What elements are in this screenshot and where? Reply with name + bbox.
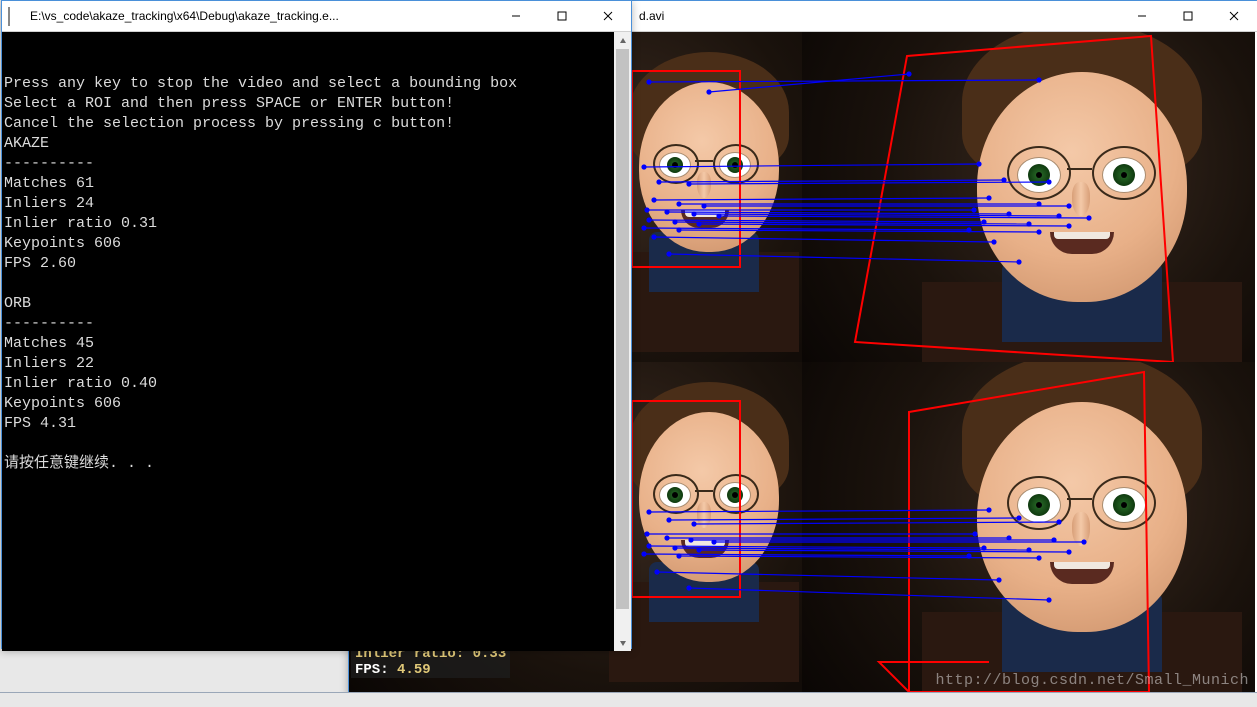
console-line: 请按任意键继续. . .: [4, 455, 154, 472]
akaze-right-frame: [802, 32, 1255, 362]
bridge: [1067, 168, 1092, 170]
close-button[interactable]: [1211, 1, 1257, 31]
console-line: Press any key to stop the video and sele…: [4, 75, 517, 92]
console-line: AKAZE: [4, 135, 49, 152]
video-window-buttons: [1119, 1, 1257, 31]
minimize-button[interactable]: [1119, 1, 1165, 31]
scroll-thumb[interactable]: [616, 49, 629, 609]
glasses-l: [1007, 146, 1071, 200]
maximize-button[interactable]: [1165, 1, 1211, 31]
console-line: Inlier ratio 0.40: [4, 375, 157, 392]
console-line: FPS 2.60: [4, 255, 76, 272]
console-titlebar[interactable]: E:\vs_code\akaze_tracking\x64\Debug\akaz…: [2, 1, 631, 32]
console-output[interactable]: Press any key to stop the video and sele…: [2, 32, 631, 651]
console-line: FPS 4.31: [4, 415, 76, 432]
watermark: http://blog.csdn.net/Small_Munich: [935, 672, 1249, 689]
console-line: Keypoints 606: [4, 235, 121, 252]
fps-label: FPS:: [355, 662, 389, 678]
glasses-r: [1092, 476, 1156, 530]
glasses-l: [1007, 476, 1071, 530]
scroll-down-button[interactable]: [614, 634, 631, 651]
orb-roi-box: [631, 400, 741, 598]
bridge: [1067, 498, 1092, 500]
console-line: Inliers 24: [4, 195, 94, 212]
scroll-up-button[interactable]: [614, 32, 631, 49]
console-line: Matches 61: [4, 175, 94, 192]
console-line: Inliers 22: [4, 355, 94, 372]
orb-right-frame: [802, 362, 1255, 692]
close-button[interactable]: [585, 1, 631, 31]
console-line: Select a ROI and then press SPACE or ENT…: [4, 95, 454, 112]
nose: [1072, 512, 1090, 546]
console-app-icon: [8, 8, 24, 24]
akaze-roi-box: [631, 70, 741, 268]
teeth: [1054, 232, 1110, 239]
minimize-button[interactable]: [493, 1, 539, 31]
taskbar-sliver: [0, 692, 1257, 707]
console-line: Matches 45: [4, 335, 94, 352]
console-window-buttons: [493, 1, 631, 31]
nose: [1072, 182, 1090, 216]
face-big: [922, 32, 1242, 362]
fps-value: 4.59: [397, 662, 431, 678]
face-big: [922, 362, 1242, 692]
glasses-r: [1092, 146, 1156, 200]
console-line: Cancel the selection process by pressing…: [4, 115, 454, 132]
console-line: ----------: [4, 315, 94, 332]
maximize-button[interactable]: [539, 1, 585, 31]
console-line: ORB: [4, 295, 31, 312]
teeth: [1054, 562, 1110, 569]
console-scrollbar[interactable]: [614, 32, 631, 651]
console-line: Inlier ratio 0.31: [4, 215, 157, 232]
console-title: E:\vs_code\akaze_tracking\x64\Debug\akaz…: [30, 9, 493, 23]
console-line: ----------: [4, 155, 94, 172]
console-window: E:\vs_code\akaze_tracking\x64\Debug\akaz…: [1, 0, 632, 649]
console-line: Keypoints 606: [4, 395, 121, 412]
